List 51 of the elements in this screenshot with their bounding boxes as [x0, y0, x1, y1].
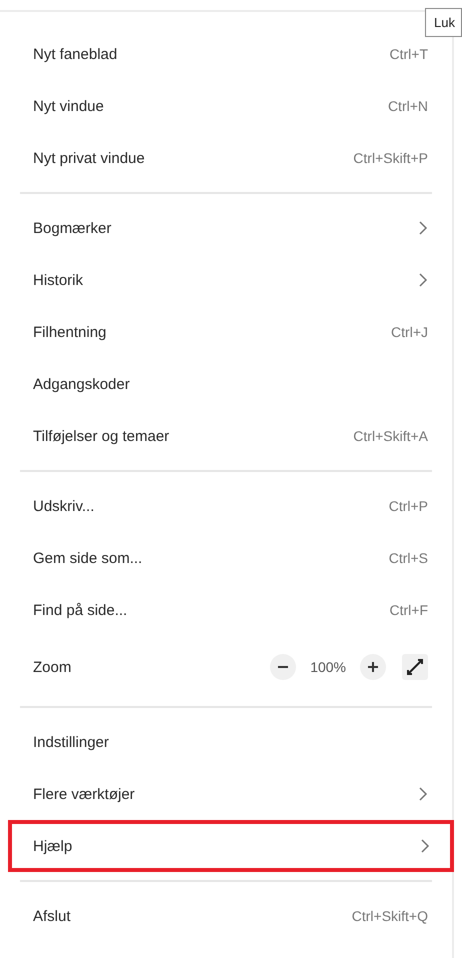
chevron-right-icon: [418, 220, 428, 236]
menu-item-label: Find på side...: [33, 602, 128, 618]
menu-item-label: Hjælp: [33, 838, 74, 854]
shortcut-text: Ctrl+Skift+P: [353, 150, 428, 166]
menu-item-label: Nyt vindue: [33, 98, 105, 114]
menu-item-label: Flere værktøjer: [33, 786, 136, 802]
menu-item[interactable]: Find på side... Ctrl+F: [0, 584, 452, 636]
shortcut-text: Ctrl+Skift+Q: [352, 908, 428, 924]
shortcut-text: Ctrl+T: [390, 46, 428, 62]
menu-item-label: Nyt privat vindue: [33, 150, 146, 166]
shortcut-text: Ctrl+P: [388, 498, 428, 514]
menu-item[interactable]: Udskriv... Ctrl+P: [0, 480, 452, 532]
shortcut-text: Ctrl+S: [388, 550, 428, 566]
plus-icon: [367, 661, 379, 673]
menu-item[interactable]: Indstillinger: [0, 716, 452, 768]
menu-item[interactable]: Hjælp: [8, 820, 454, 872]
menu-item[interactable]: Historik: [0, 254, 452, 306]
shortcut-text: Ctrl+Skift+A: [353, 428, 428, 444]
menu-item[interactable]: Zoom 100%: [0, 636, 452, 698]
menu-item[interactable]: Gem side som... Ctrl+S: [0, 532, 452, 584]
menu-item[interactable]: Nyt vindue Ctrl+N: [0, 80, 452, 132]
zoom-in-button[interactable]: [360, 654, 386, 680]
menu-item-label: Indstillinger: [33, 734, 110, 750]
menu-item-label: Historik: [33, 272, 84, 288]
menu-item[interactable]: Adgangskoder: [0, 358, 452, 410]
menu-item[interactable]: Filhentning Ctrl+J: [0, 306, 452, 358]
zoom-level: 100%: [310, 659, 346, 675]
expand-icon: [407, 659, 423, 675]
fullscreen-button[interactable]: [402, 654, 428, 680]
menu-item[interactable]: Afslut Ctrl+Skift+Q: [0, 890, 452, 942]
shortcut-text: Ctrl+J: [391, 324, 428, 340]
menu-item-label: Filhentning: [33, 324, 108, 340]
shortcut-text: Ctrl+F: [390, 602, 428, 618]
tooltip: Luk: [425, 8, 462, 37]
menu-item[interactable]: Nyt privat vindue Ctrl+Skift+P: [0, 132, 452, 184]
menu-item-label: Nyt faneblad: [33, 46, 118, 62]
chevron-right-icon: [420, 838, 430, 854]
zoom-out-button[interactable]: [270, 654, 296, 680]
chevron-right-icon: [418, 786, 428, 802]
menu-item-label: Gem side som...: [33, 550, 144, 566]
menu-item-label: Udskriv...: [33, 498, 96, 514]
menu-item-label: Adgangskoder: [33, 376, 131, 392]
shortcut-text: Ctrl+N: [388, 98, 428, 114]
menu-item[interactable]: Tilføjelser og temaer Ctrl+Skift+A: [0, 410, 452, 462]
menu-item-label: Afslut: [33, 908, 72, 924]
menu-item[interactable]: Bogmærker: [0, 202, 452, 254]
menu-item-label: Tilføjelser og temaer: [33, 428, 170, 444]
menu-item-label: Bogmærker: [33, 220, 112, 236]
menu-item-label: Zoom: [33, 658, 72, 676]
chevron-right-icon: [418, 272, 428, 288]
menu-item[interactable]: Flere værktøjer: [0, 768, 452, 820]
